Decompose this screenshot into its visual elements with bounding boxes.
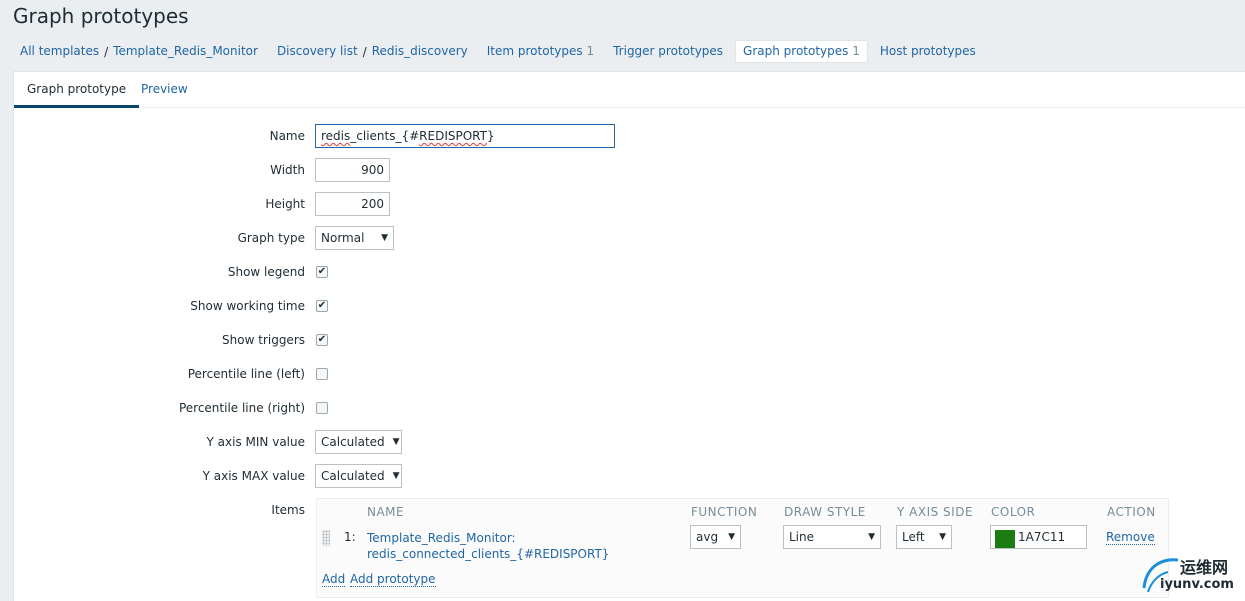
ymin-label: Y axis MIN value [206,435,305,449]
tab-preview[interactable]: Preview [128,72,201,108]
percentile-right-checkbox[interactable] [316,402,328,414]
show-working-time-checkbox[interactable]: ✔ [316,300,328,312]
dropdown-arrow-icon: ▼ [392,471,400,481]
dropdown-arrow-icon: ▼ [939,532,946,542]
ymin-select[interactable]: Calculated ▼ [315,430,402,454]
nav-host-prototypes[interactable]: Host prototypes [873,41,983,62]
graph-prototype-panel: Graph prototype Preview Name redis _clien… [13,71,1245,601]
name-label: Name [269,129,305,143]
drag-handle-icon[interactable] [322,530,330,546]
watermark-logo: 运维网 iyunv.com [1138,550,1245,601]
col-header-action: ACTION [1107,505,1156,519]
add-prototype-link[interactable]: Add prototype [350,572,436,587]
col-header-name: NAME [367,505,405,519]
width-label: Width [270,163,305,177]
show-triggers-checkbox[interactable]: ✔ [316,334,328,346]
show-working-time-label: Show working time [190,299,305,313]
nav-item-prototypes[interactable]: Item prototypes 1 [480,41,601,62]
dropdown-arrow-icon: ▼ [392,437,400,447]
function-select[interactable]: avg ▼ [690,525,741,549]
graph-prototypes-count: 1 [852,44,860,58]
tab-graph-prototype[interactable]: Graph prototype [14,72,140,108]
graph-type-select[interactable]: Normal ▼ [315,226,394,250]
show-legend-checkbox[interactable]: ✔ [316,266,328,278]
col-header-y-axis-side: Y AXIS SIDE [897,505,974,519]
page-title: Graph prototypes [13,4,189,28]
y-axis-side-select[interactable]: Left ▼ [896,525,952,549]
ymax-label: Y axis MAX value [202,469,305,483]
show-legend-label: Show legend [227,265,305,279]
row-number: 1: [344,530,356,544]
height-label: Height [265,197,305,211]
remove-link[interactable]: Remove [1106,530,1155,545]
percentile-left-checkbox[interactable] [316,368,328,380]
col-header-color: COLOR [991,505,1036,519]
nav-trigger-prototypes[interactable]: Trigger prototypes [606,41,730,62]
tab-bar: Graph prototype Preview [14,72,1245,108]
ymax-select[interactable]: Calculated ▼ [315,464,402,488]
draw-style-select[interactable]: Line ▼ [783,525,881,549]
col-header-function: FUNCTION [691,505,758,519]
show-triggers-label: Show triggers [222,333,305,347]
color-input[interactable]: 1A7C11 [990,525,1087,549]
nav-discovery-list[interactable]: Discovery list [270,41,362,62]
col-header-draw-style: DRAW STYLE [784,505,866,519]
nav-graph-prototypes[interactable]: Graph prototypes 1 [735,40,868,63]
width-input[interactable]: 900 [315,158,390,182]
nav-all-templates[interactable]: All templates [13,41,103,62]
nav-template[interactable]: Template_Redis_Monitor [109,41,265,62]
dropdown-arrow-icon: ▼ [728,532,735,542]
nav-discovery[interactable]: Redis_discovery [368,41,475,62]
item-name-link[interactable]: Template_Redis_Monitor: redis_connected_… [367,530,609,562]
items-table: NAME FUNCTION DRAW STYLE Y AXIS SIDE COL… [316,498,1169,598]
breadcrumb-nav: All templates / Template_Redis_Monitor D… [13,40,983,63]
add-link[interactable]: Add [322,572,346,587]
percentile-right-label: Percentile line (right) [178,401,305,415]
item-prototypes-count: 1 [586,44,595,58]
height-input[interactable]: 200 [315,192,390,216]
dropdown-arrow-icon: ▼ [868,532,875,542]
percentile-left-label: Percentile line (left) [187,367,305,381]
name-input[interactable]: redis _clients_{# REDISPORT} [315,124,615,148]
dropdown-arrow-icon: ▼ [381,233,388,243]
color-swatch[interactable] [995,530,1015,548]
items-label: Items [271,503,305,517]
graph-type-label: Graph type [237,231,305,245]
